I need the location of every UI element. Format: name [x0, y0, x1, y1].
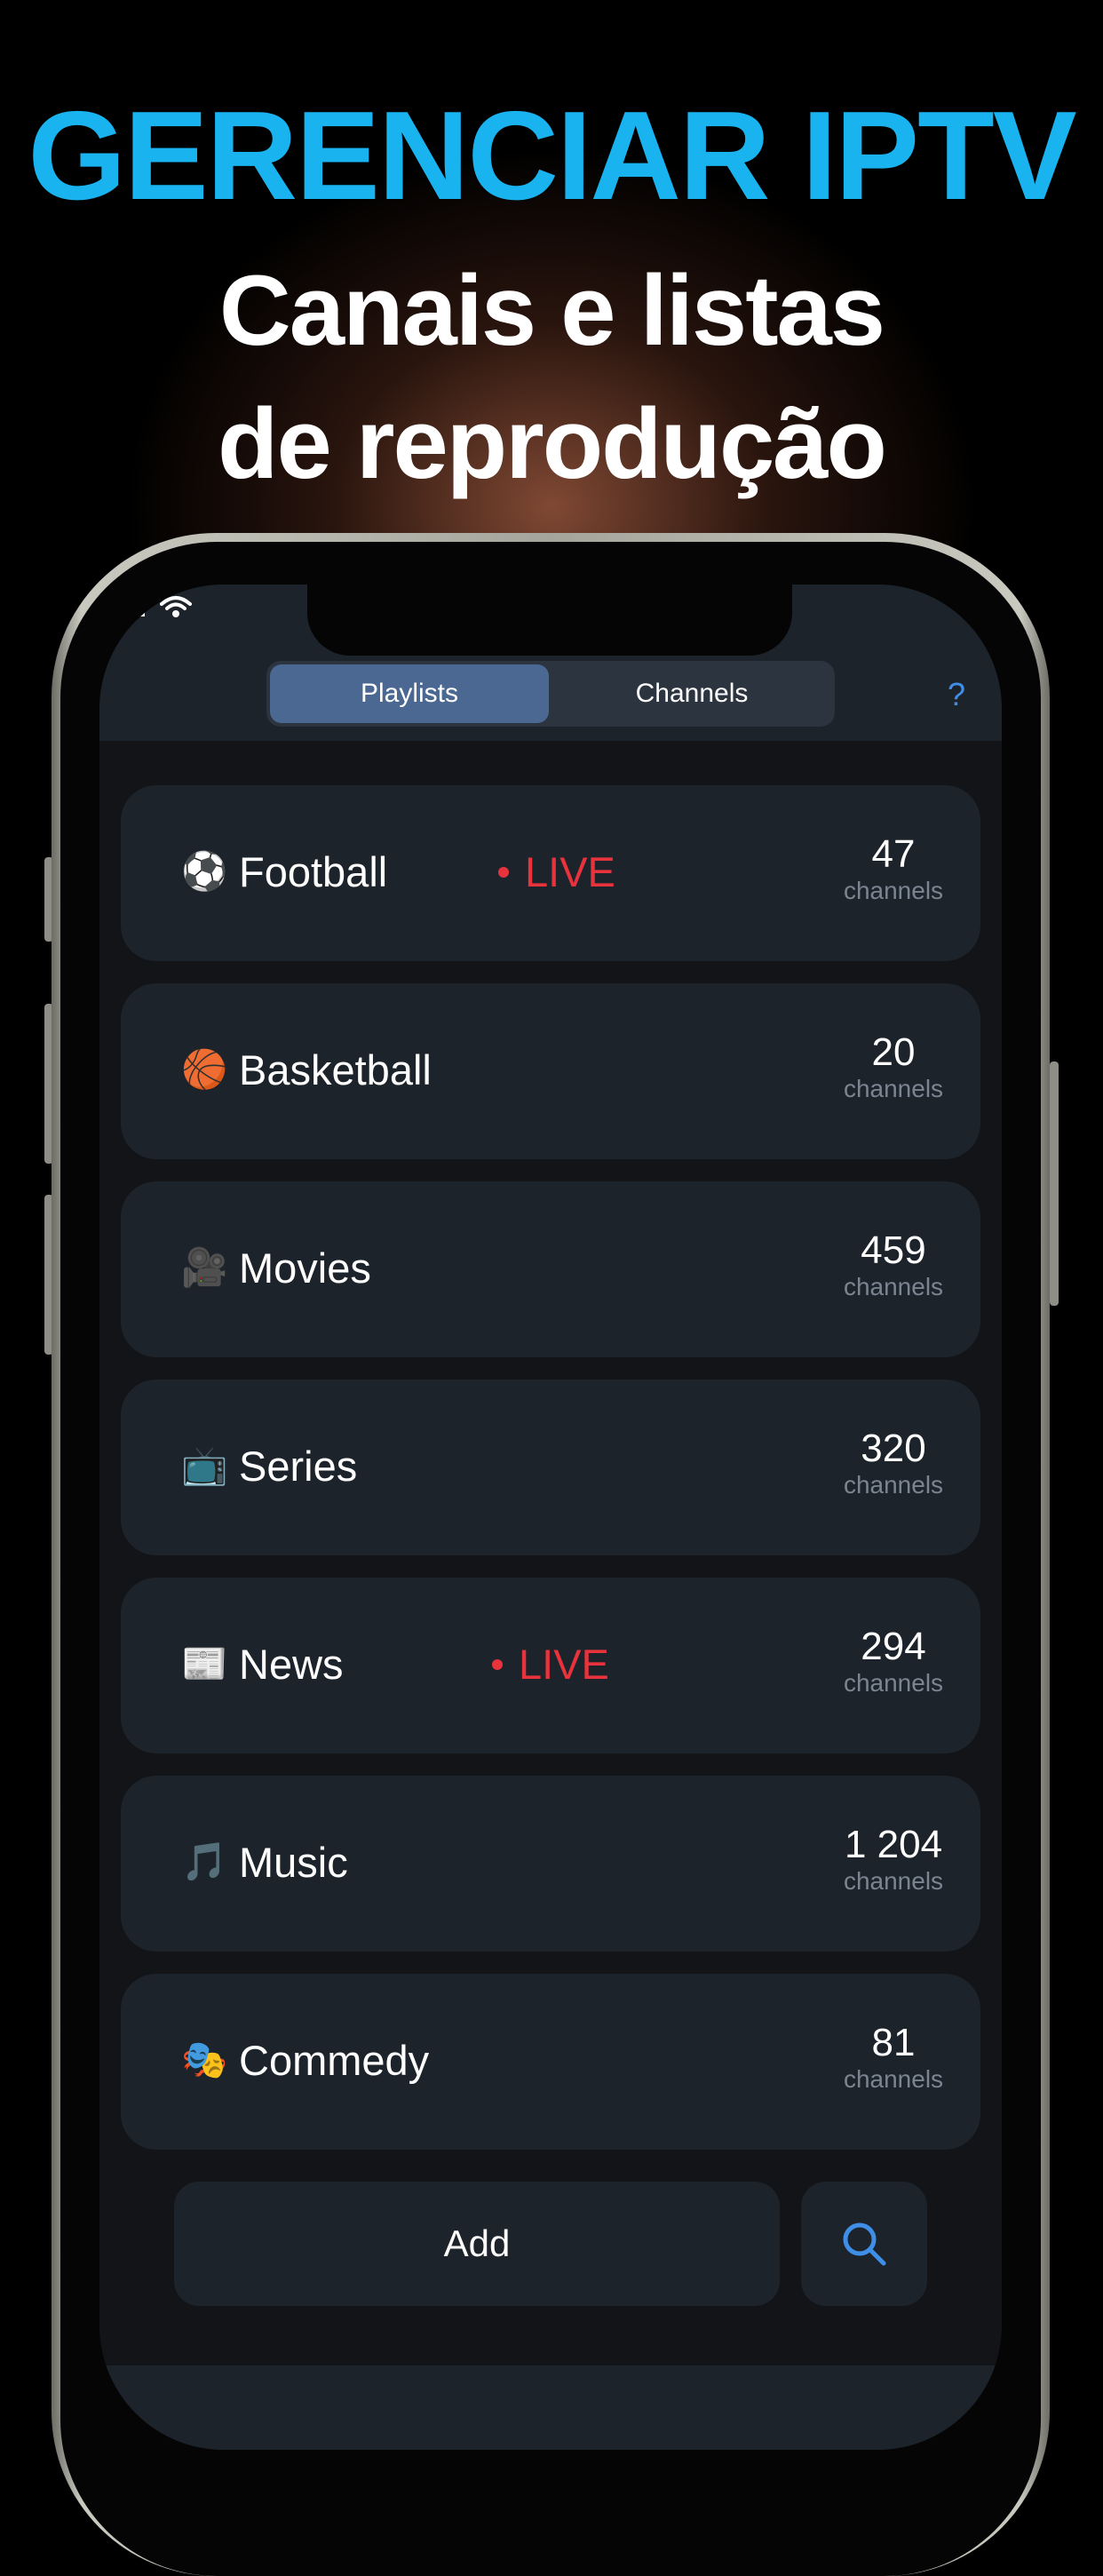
- channel-count: 320 channels: [831, 1426, 956, 1499]
- newspaper-icon: 📰: [181, 1642, 228, 1684]
- playlists-channels-segmented-control: Playlists Channels: [266, 661, 835, 727]
- channel-count-unit: channels: [843, 1867, 944, 1895]
- channel-count: 47 channels: [831, 831, 956, 904]
- channel-count: 20 channels: [831, 1030, 956, 1102]
- live-badge: LIVE: [492, 1640, 609, 1690]
- channel-count-number: 320: [861, 1427, 926, 1470]
- soccer-ball-icon: ⚽: [181, 850, 228, 892]
- playlist-card-football[interactable]: ⚽ Football LIVE 47 channels: [121, 785, 980, 961]
- headline-title: GERENCIAR IPTV: [28, 85, 1076, 227]
- playlist-card-news[interactable]: 📰 News LIVE 294 channels: [121, 1578, 980, 1753]
- theater-masks-icon: 🎭: [181, 2039, 228, 2080]
- playlist-name: Series: [239, 1443, 358, 1490]
- music-note-icon: 🎵: [181, 1841, 228, 1882]
- app-screen: Playlists Channels ? ⚽ Football LIVE 47 chan…: [99, 584, 1002, 2450]
- playlist-card-series[interactable]: 📺 Series 320 channels: [121, 1379, 980, 1555]
- playlist-name: Music: [239, 1839, 348, 1886]
- channel-count-unit: channels: [843, 1669, 944, 1697]
- channel-count-number: 20: [871, 1030, 916, 1074]
- basketball-icon: 🏀: [181, 1048, 228, 1090]
- status-bar: [124, 595, 192, 618]
- television-icon: 📺: [181, 1444, 228, 1486]
- navigation-bar: Playlists Channels ?: [99, 584, 1002, 741]
- playlist-name: Football: [239, 848, 388, 895]
- channel-count-unit: channels: [843, 1273, 944, 1300]
- live-label: LIVE: [519, 1641, 609, 1688]
- channel-count: 1 204 channels: [831, 1822, 956, 1895]
- channel-count: 81 channels: [831, 2020, 956, 2093]
- playlist-name: Commedy: [239, 2037, 430, 2084]
- channel-count-number: 294: [861, 1625, 926, 1668]
- channel-count: 459 channels: [831, 1228, 956, 1300]
- playlist-card-commedy[interactable]: 🎭 Commedy 81 channels: [121, 1974, 980, 2150]
- live-badge: LIVE: [498, 847, 615, 897]
- channel-count: 294 channels: [831, 1624, 956, 1697]
- search-icon: [843, 2222, 886, 2266]
- live-dot-icon: [492, 1659, 503, 1670]
- playlist-name: Movies: [239, 1244, 371, 1292]
- help-button[interactable]: ?: [934, 670, 979, 720]
- movie-camera-icon: 🎥: [181, 1246, 228, 1288]
- playlist-card-music[interactable]: 🎵 Music 1 204 channels: [121, 1776, 980, 1952]
- headline-subtitle-line1: Canais e listas: [218, 255, 885, 366]
- channel-count-unit: channels: [843, 1471, 944, 1499]
- channel-count-unit: channels: [843, 1075, 944, 1102]
- signal-icon: [126, 601, 145, 616]
- tab-playlists[interactable]: Playlists: [270, 664, 549, 723]
- headline-subtitle-line2: de reprodução: [218, 388, 887, 499]
- playlist-card-basketball[interactable]: 🏀 Basketball 20 channels: [121, 983, 980, 1159]
- channel-count-number: 1 204: [844, 1823, 943, 1866]
- bottom-bar: [99, 2365, 1002, 2450]
- wifi-icon: [160, 596, 192, 617]
- add-button[interactable]: Add: [174, 2182, 780, 2306]
- playlist-card-movies[interactable]: 🎥 Movies 459 channels: [121, 1181, 980, 1357]
- playlist-name: News: [239, 1641, 344, 1688]
- live-label: LIVE: [525, 848, 615, 895]
- tab-channels[interactable]: Channels: [552, 664, 831, 723]
- playlist-name: Basketball: [239, 1046, 432, 1093]
- channel-count-number: 459: [861, 1228, 926, 1272]
- channel-count-number: 47: [871, 832, 916, 876]
- channel-count-unit: channels: [843, 877, 944, 904]
- channel-count-number: 81: [871, 2021, 916, 2064]
- search-button[interactable]: [801, 2182, 927, 2306]
- channel-count-unit: channels: [843, 2065, 944, 2093]
- live-dot-icon: [498, 867, 509, 878]
- phone-notch: [307, 584, 792, 656]
- phone-power-button: [1050, 1061, 1059, 1306]
